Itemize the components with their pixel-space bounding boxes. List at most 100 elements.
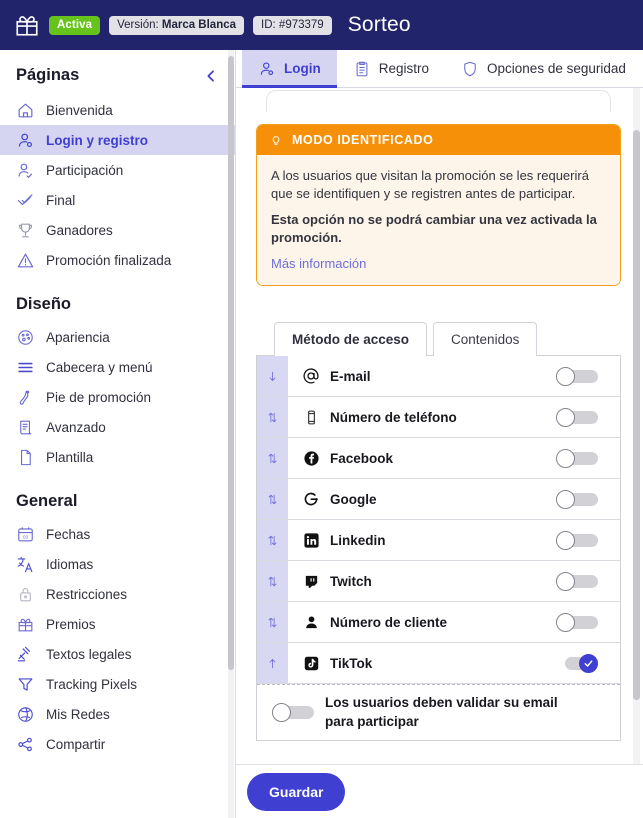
previous-card-partial (266, 90, 611, 112)
method-toggle[interactable] (556, 571, 598, 591)
version-badge: Versión: Marca Blanca (109, 15, 245, 35)
sidebar-item-label: Avanzado (46, 419, 106, 435)
sidebar-item-label: Cabecera y menú (46, 359, 153, 375)
tab-login[interactable]: Login (242, 50, 337, 88)
sidebar-item-idiomas[interactable]: Idiomas (0, 549, 235, 579)
arrows-updown-icon[interactable] (257, 438, 288, 479)
more-info-link[interactable]: Más información (271, 256, 366, 271)
user-login-icon (16, 131, 35, 150)
tab-registro[interactable]: Registro (337, 50, 445, 87)
sidebar-item-textos-legales[interactable]: Textos legales (0, 639, 235, 669)
sidebar-item-fechas[interactable]: 03 Fechas (0, 519, 235, 549)
home-icon (16, 101, 35, 120)
gift-icon (14, 12, 40, 38)
method-label: Google (330, 491, 377, 507)
sidebar-item-label: Textos legales (46, 646, 132, 662)
main-scrollbar[interactable] (633, 88, 640, 764)
sidebar: Páginas Bienvenida Login y registro Part… (0, 50, 236, 818)
id-badge: ID: #973379 (253, 15, 332, 35)
tiktok-icon (300, 655, 322, 672)
sidebar-item-label: Fechas (46, 526, 91, 542)
table-row[interactable]: Google (257, 479, 620, 521)
table-row[interactable]: Número de cliente (257, 602, 620, 644)
arrow-down-icon[interactable] (257, 356, 288, 397)
sidebar-item-pie-de-promocion[interactable]: Pie de promoción (0, 382, 235, 412)
method-toggle[interactable] (556, 407, 598, 427)
sidebar-item-label: Mis Redes (46, 706, 110, 722)
method-label: Linkedin (330, 532, 386, 548)
chevron-left-icon[interactable] (203, 68, 219, 84)
inner-tab-metodo-de-acceso[interactable]: Método de acceso (274, 322, 428, 357)
linkedin-icon (300, 532, 322, 549)
table-row[interactable]: TikTok (257, 643, 620, 685)
sidebar-scrollbar[interactable] (228, 50, 234, 818)
toggle-knob (556, 489, 575, 509)
validate-email-row[interactable]: Los usuarios deben validar su email para… (257, 684, 620, 741)
method-toggle[interactable] (556, 530, 598, 550)
sidebar-item-label: Pie de promoción (46, 389, 152, 405)
table-row[interactable]: Linkedin (257, 520, 620, 562)
sidebar-section-general-header: General (0, 472, 235, 519)
modo-identificado-notice: MODO IDENTIFICADO A los usuarios que vis… (256, 124, 621, 287)
sidebar-item-label: Plantilla (46, 449, 94, 465)
toggle-knob (556, 366, 575, 386)
arrows-updown-icon[interactable] (257, 602, 288, 643)
inner-tab-contenidos[interactable]: Contenidos (433, 322, 538, 357)
main-scrollbar-thumb[interactable] (633, 130, 640, 700)
method-label: E-mail (330, 368, 371, 384)
sidebar-item-tracking-pixels[interactable]: Tracking Pixels (0, 669, 235, 699)
toggle-knob (556, 612, 575, 632)
sidebar-item-avanzado[interactable]: Avanzado (0, 412, 235, 442)
tab-label: Login (284, 61, 321, 76)
sidebar-item-plantilla[interactable]: Plantilla (0, 442, 235, 472)
sidebar-item-premios[interactable]: Premios (0, 609, 235, 639)
arrows-updown-icon[interactable] (257, 561, 288, 602)
sidebar-item-mis-redes[interactable]: Mis Redes (0, 699, 235, 729)
method-toggle[interactable] (556, 612, 598, 632)
method-toggle[interactable] (556, 366, 598, 386)
page-icon (16, 448, 35, 467)
notice-paragraph: A los usuarios que visitan la promoción … (271, 168, 589, 201)
table-row[interactable]: Número de teléfono (257, 397, 620, 439)
check-icon (16, 191, 35, 210)
sidebar-item-label: Login y registro (46, 132, 149, 148)
sidebar-item-apariencia[interactable]: Apariencia (0, 322, 235, 352)
notice-title: MODO IDENTIFICADO (292, 133, 434, 147)
phone-icon (300, 409, 322, 426)
method-toggle[interactable] (556, 448, 598, 468)
app-window: Activa Versión: Marca Blanca ID: #973379… (0, 0, 643, 818)
notice-body: A los usuarios que visitan la promoción … (257, 155, 620, 286)
arrows-updown-icon[interactable] (257, 479, 288, 520)
table-row[interactable]: E-mail (257, 356, 620, 398)
sidebar-item-ganadores[interactable]: Ganadores (0, 215, 235, 245)
arrow-up-icon[interactable] (257, 643, 288, 684)
method-label: TikTok (330, 655, 373, 671)
method-toggle[interactable] (556, 489, 598, 509)
sidebar-item-cabecera-y-menu[interactable]: Cabecera y menú (0, 352, 235, 382)
sidebar-item-compartir[interactable]: Compartir (0, 729, 235, 759)
sidebar-scrollbar-thumb[interactable] (228, 56, 234, 670)
table-row[interactable]: Facebook (257, 438, 620, 480)
save-button[interactable]: Guardar (247, 772, 346, 811)
person-filled-icon (300, 614, 322, 631)
validate-email-toggle[interactable] (272, 703, 314, 723)
at-sign-icon (300, 367, 322, 385)
gift-icon (16, 615, 35, 634)
arrows-updown-icon[interactable] (257, 397, 288, 438)
sidebar-item-bienvenida[interactable]: Bienvenida (0, 95, 235, 125)
method-toggle[interactable] (556, 653, 598, 673)
table-row[interactable]: Twitch (257, 561, 620, 603)
footer-bar: Guardar (236, 764, 643, 818)
sidebar-item-label: Idiomas (46, 556, 94, 572)
tab-opciones-de-seguridad[interactable]: Opciones de seguridad (445, 50, 642, 87)
shield-icon (461, 60, 479, 78)
lock-icon (16, 585, 35, 604)
sidebar-item-participacion[interactable]: Participación (0, 155, 235, 185)
sidebar-item-restricciones[interactable]: Restricciones (0, 579, 235, 609)
sidebar-item-login-y-registro[interactable]: Login y registro (0, 125, 235, 155)
arrows-updown-icon[interactable] (257, 520, 288, 561)
sidebar-item-label: Final (46, 192, 76, 208)
sidebar-item-promocion-finalizada[interactable]: Promoción finalizada (0, 245, 235, 275)
sidebar-item-final[interactable]: Final (0, 185, 235, 215)
sidebar-item-label: Restricciones (46, 586, 128, 602)
